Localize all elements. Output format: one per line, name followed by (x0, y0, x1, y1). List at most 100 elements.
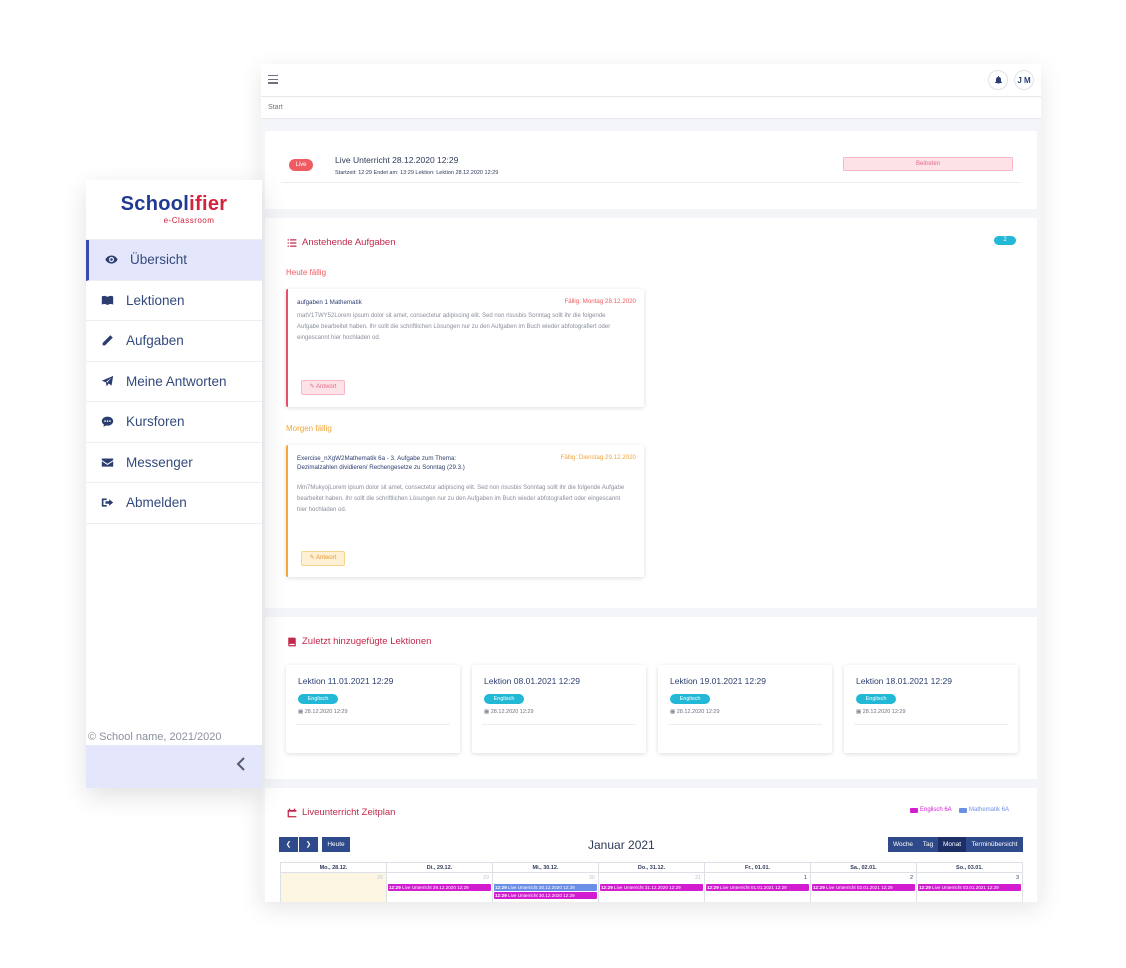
calendar-event[interactable]: 12:29 Live Unterricht 02.01.2021 12:29 (812, 884, 915, 891)
lesson-title[interactable]: Lektion 18.01.2021 12:29 (856, 676, 952, 686)
sidebar-item-label: Messenger (126, 454, 193, 470)
divider (296, 724, 450, 725)
event-title: Live Unterricht 02.01.2021 12:29 (826, 885, 893, 890)
calendar-event[interactable]: 12:29 Live Unterricht 01.01.2021 12:29 (706, 884, 809, 891)
recent-lessons-title: Zuletzt hinzugefügte Lektionen (287, 636, 431, 647)
task-description: Mm7MukyojLorem ipsum dolor sit amet, con… (297, 485, 625, 513)
divider (281, 182, 1021, 183)
book-icon (100, 293, 114, 307)
sidebar-footer: © School name, 2021/2020 (88, 731, 222, 743)
task-title[interactable]: aufgaben 1 Mathematik (297, 298, 487, 307)
lesson-card[interactable]: Lektion 19.01.2021 12:29 Englisch ▦ 28.1… (658, 665, 832, 753)
hamburger-menu-icon[interactable] (268, 75, 278, 84)
sidebar-item-kursforen[interactable]: Kursforen (86, 402, 262, 443)
calendar-month-title: Januar 2021 (588, 838, 655, 852)
calendar-event[interactable]: 12:29 Live Unterricht 03.01.2021 12:29 (918, 884, 1021, 891)
sidebar-item-messenger[interactable]: Messenger (86, 443, 262, 483)
breadcrumb: Start (261, 97, 1041, 119)
calendar-day-cell[interactable]: 29 12:29 Live Unterricht 29.12.2020 12:29 (386, 873, 492, 902)
bell-icon (994, 76, 1002, 84)
event-time: 12:29 (495, 885, 507, 890)
event-title: Live Unterricht 01.01.2021 12:29 (720, 885, 787, 890)
day-number[interactable]: 2 (910, 875, 913, 881)
sidebar-item-abmelden[interactable]: Abmelden (86, 483, 262, 524)
calendar-prev-button[interactable]: ❮ (279, 837, 298, 852)
calendar-icon: ▦ (856, 709, 862, 715)
calendar-event[interactable]: 12:29 Live Unterricht 30.12.2020 12:29 (494, 892, 597, 899)
calendar-day-cell[interactable]: 31 12:29 Live Unterricht 31.12.2020 12:29 (598, 873, 704, 902)
day-number[interactable]: 3 (1016, 875, 1019, 881)
calendar-day-cell[interactable]: 30 12:29 Live Unterricht 30.12.2020 12:29… (492, 873, 598, 902)
legend-swatch (910, 807, 918, 813)
calendar-day-cell[interactable]: 1 12:29 Live Unterricht 01.01.2021 12:29 (704, 873, 810, 902)
subject-tag: Englisch (856, 694, 896, 704)
calendar-today-button[interactable]: Heute (322, 837, 350, 852)
day-number[interactable]: 31 (695, 875, 701, 881)
calendar-day-cell[interactable]: 3 12:29 Live Unterricht 03.01.2021 12:29 (916, 873, 1023, 902)
subject-tag: Englisch (670, 694, 710, 704)
task-due-date: Fällig: Dienstag 29.12.2020 (560, 454, 636, 461)
avatar[interactable]: J M (1014, 70, 1034, 90)
lesson-title[interactable]: Lektion 19.01.2021 12:29 (670, 676, 766, 686)
sign-out-icon (100, 496, 114, 510)
lesson-card[interactable]: Lektion 11.01.2021 12:29 Englisch ▦ 28.1… (286, 665, 460, 753)
sidebar-item-lektionen[interactable]: Lektionen (86, 281, 262, 321)
day-number[interactable]: 1 (804, 875, 807, 881)
calendar-event[interactable]: 12:29 Live Unterricht 30.12.2020 12:29 (494, 884, 597, 891)
breadcrumb-item[interactable]: Start (268, 104, 283, 111)
day-number[interactable]: 28 (377, 875, 383, 881)
answer-button[interactable]: ✎ Antwort (301, 380, 345, 395)
weekday-header: So., 03.01. (916, 862, 1023, 873)
view-week-button[interactable]: Woche (888, 837, 918, 852)
lesson-title[interactable]: Lektion 08.01.2021 12:29 (484, 676, 580, 686)
sidebar-item-aufgaben[interactable]: Aufgaben (86, 321, 262, 362)
event-time: 12:29 (389, 885, 401, 890)
join-button[interactable]: Beitreten (843, 157, 1013, 171)
sidebar-item-label: Kursforen (126, 414, 185, 430)
view-day-button[interactable]: Tag (918, 837, 938, 852)
legend-item: Mathematik 6A (959, 807, 1009, 813)
list-icon (287, 238, 297, 247)
live-lesson-card: Live Live Unterricht 28.12.2020 12:29 St… (265, 131, 1037, 209)
logo[interactable]: Schoolifier e-Classroom (86, 180, 262, 240)
sidebar-item-uebersicht[interactable]: Übersicht (86, 240, 262, 281)
divider (854, 724, 1008, 725)
upcoming-tasks-card: Anstehende Aufgaben 2 Heute fällig aufga… (265, 218, 1037, 608)
sidebar-collapse-button[interactable] (86, 745, 262, 788)
upcoming-tasks-title: Anstehende Aufgaben (287, 237, 396, 248)
calendar-event[interactable]: 12:29 Live Unterricht 29.12.2020 12:29 (388, 884, 491, 891)
subject-tag: Englisch (298, 694, 338, 704)
calendar-next-button[interactable]: ❯ (299, 837, 318, 852)
lesson-title[interactable]: Lektion 11.01.2021 12:29 (298, 676, 393, 686)
notifications-button[interactable] (988, 70, 1008, 90)
task-card[interactable]: Exercise_nXgW2Mathematik 6a - 3. Aufgabe… (286, 445, 644, 577)
view-agenda-button[interactable]: Terminübersicht (966, 837, 1023, 852)
task-count-badge: 2 (994, 236, 1016, 245)
book-icon (288, 637, 296, 646)
lesson-card[interactable]: Lektion 18.01.2021 12:29 Englisch ▦ 28.1… (844, 665, 1018, 753)
calendar-event[interactable]: 12:29 Live Unterricht 31.12.2020 12:29 (600, 884, 703, 891)
live-schedule-card: Liveunterricht Zeitplan Englisch 6A Math… (265, 788, 1037, 902)
task-due-date: Fällig: Montag 28.12.2020 (564, 298, 636, 305)
main-panel: J M Start Live Live Unterricht 28.12.202… (261, 64, 1041, 902)
answer-button[interactable]: ✎ Antwort (301, 551, 345, 566)
day-number[interactable]: 30 (589, 875, 595, 881)
subject-tag: Englisch (484, 694, 524, 704)
lesson-card[interactable]: Lektion 08.01.2021 12:29 Englisch ▦ 28.1… (472, 665, 646, 753)
logo-subtitle: e-Classroom (163, 216, 215, 225)
calendar-icon (287, 808, 297, 817)
event-title: Live Unterricht 30.12.2020 12:29 (508, 893, 575, 898)
task-card[interactable]: aufgaben 1 Mathematik Fällig: Montag 28.… (286, 289, 644, 407)
sidebar-item-label: Übersicht (130, 252, 188, 268)
sidebar-item-meine-antworten[interactable]: Meine Antworten (86, 362, 262, 402)
topbar: J M (261, 64, 1041, 97)
day-number[interactable]: 29 (483, 875, 489, 881)
chat-icon (100, 415, 114, 429)
calendar-day-cell[interactable]: 2 12:29 Live Unterricht 02.01.2021 12:29 (810, 873, 916, 902)
calendar-day-cell[interactable]: 28 (280, 873, 386, 902)
task-title[interactable]: Exercise_nXgW2Mathematik 6a - 3. Aufgabe… (297, 454, 487, 472)
lesson-date: ▦ 28.12.2020 12:29 (670, 709, 720, 715)
sidebar-item-label: Lektionen (126, 292, 185, 308)
weekday-header: Mo., 28.12. (280, 862, 386, 873)
view-month-button[interactable]: Monat (938, 837, 966, 852)
